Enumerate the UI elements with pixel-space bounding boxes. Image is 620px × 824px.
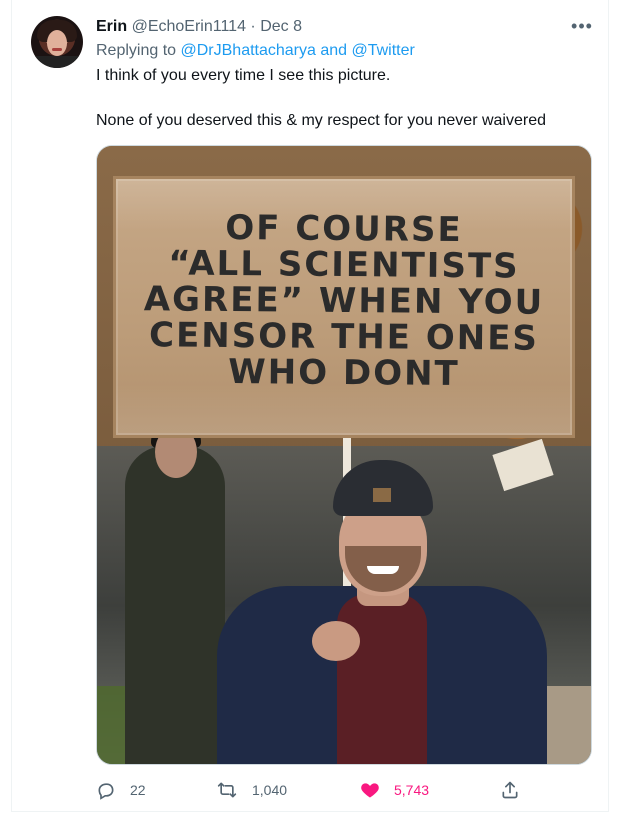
tweet-date[interactable]: Dec 8 bbox=[260, 18, 302, 35]
replying-to-prefix: Replying to bbox=[96, 42, 177, 59]
tweet-text-line2: None of you deserved this & my respect f… bbox=[96, 112, 546, 129]
like-count: 5,743 bbox=[394, 782, 430, 798]
like-icon[interactable] bbox=[360, 780, 380, 800]
man-sweater bbox=[337, 594, 427, 764]
share-icon[interactable] bbox=[500, 780, 520, 800]
avatar-mouth bbox=[52, 48, 62, 51]
photo-man bbox=[217, 460, 547, 764]
beanie-patch bbox=[373, 488, 391, 502]
protest-sign: OF COURSE “ALL SCIENTISTS AGREE” WHEN YO… bbox=[113, 176, 575, 438]
reply-count: 22 bbox=[130, 782, 146, 798]
retweet-icon[interactable] bbox=[216, 780, 238, 800]
tweet-actions: 22 1,040 5,743 bbox=[96, 776, 518, 804]
avatar[interactable] bbox=[31, 16, 83, 68]
share-button[interactable] bbox=[500, 776, 520, 804]
reply-icon[interactable] bbox=[96, 780, 116, 800]
photo-person-left bbox=[125, 418, 225, 764]
man-hand bbox=[312, 621, 360, 661]
reply-mentions[interactable]: @DrJBhattacharya and @Twitter bbox=[181, 42, 415, 59]
tweet-header: Erin @EchoErin1114 · Dec 8 bbox=[96, 17, 302, 37]
sign-text: OF COURSE “ALL SCIENTISTS AGREE” WHEN YO… bbox=[116, 208, 572, 395]
avatar-shoulders bbox=[31, 56, 83, 68]
like-button[interactable]: 5,743 bbox=[360, 776, 429, 804]
author-name[interactable]: Erin bbox=[96, 18, 127, 35]
man-smile bbox=[367, 566, 399, 574]
retweet-count: 1,040 bbox=[252, 782, 288, 798]
sign-line-5: WHO DONT bbox=[228, 351, 460, 395]
avatar-face bbox=[47, 30, 67, 56]
replying-to: Replying to @DrJBhattacharya and @Twitte… bbox=[96, 41, 415, 61]
tweet-text-line1: I think of you every time I see this pic… bbox=[96, 67, 391, 84]
author-handle[interactable]: @EchoErin1114 bbox=[132, 18, 246, 35]
sign-line-4: CENSOR THE ONES bbox=[148, 315, 540, 359]
more-options-icon[interactable]: ••• bbox=[571, 16, 593, 36]
tweet-photo[interactable]: OF COURSE “ALL SCIENTISTS AGREE” WHEN YO… bbox=[96, 145, 592, 765]
retweet-button[interactable]: 1,040 bbox=[216, 776, 287, 804]
separator-dot: · bbox=[250, 18, 256, 35]
reply-button[interactable]: 22 bbox=[96, 776, 146, 804]
